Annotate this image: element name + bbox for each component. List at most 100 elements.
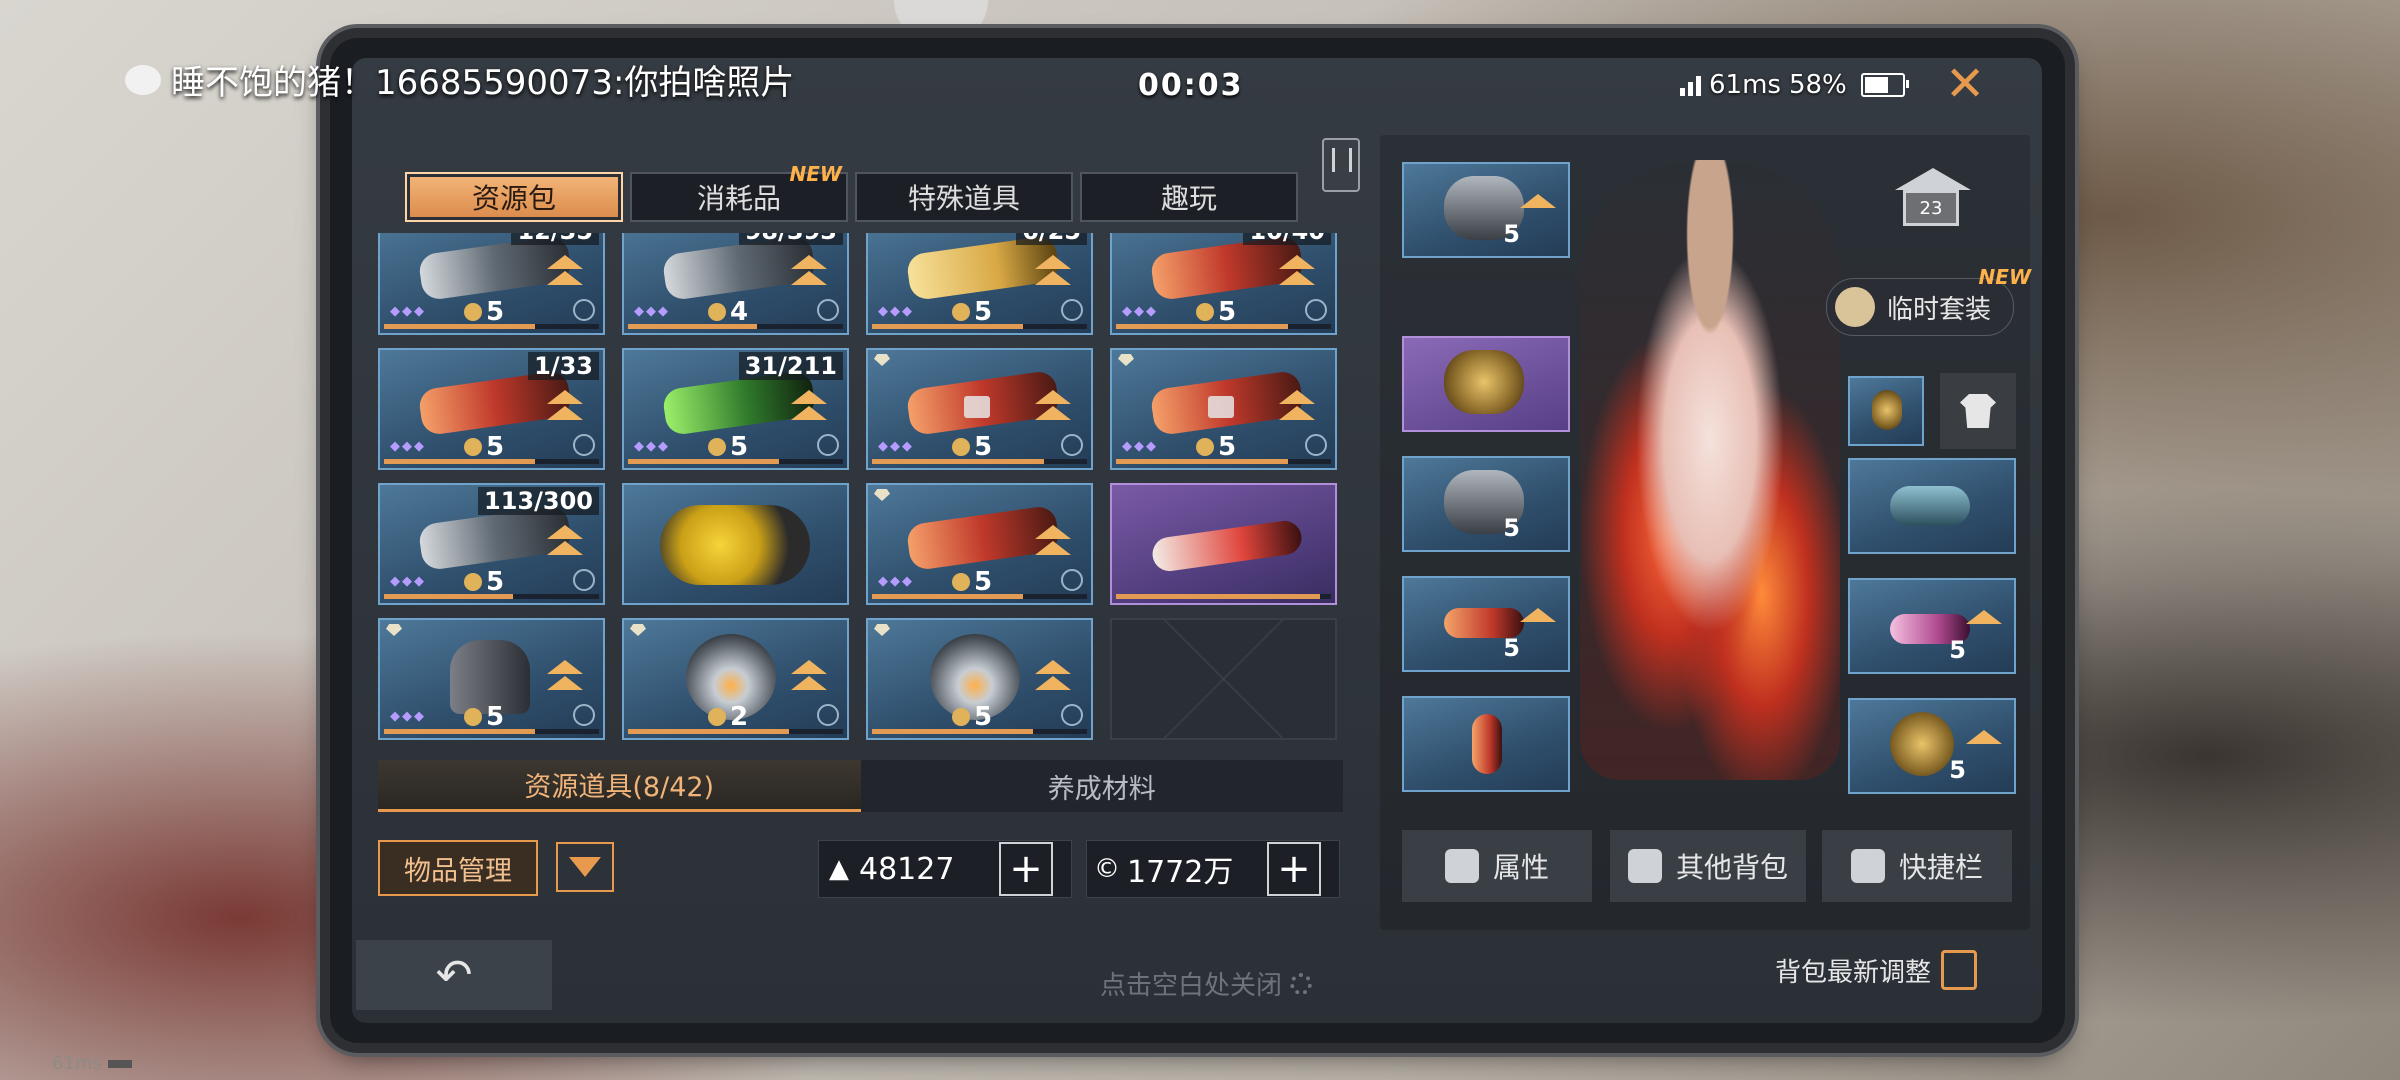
item-cell[interactable]: 6/25 ◆◆◆ 5 (866, 233, 1093, 335)
item-cell[interactable]: ◆◆◆ 5 (378, 618, 605, 740)
shirt-icon[interactable] (1940, 373, 2016, 449)
signal-icon (1680, 74, 1701, 96)
item-art (660, 505, 810, 585)
character-model[interactable] (1580, 160, 1840, 780)
item-stars: ◆◆◆ (390, 439, 426, 454)
tab-3[interactable]: 趣玩 (1080, 172, 1298, 222)
item-count: 31/211 (738, 352, 843, 380)
item-count: 98/393 (738, 233, 843, 245)
slot-helmet[interactable]: 5 (1402, 162, 1570, 258)
item-art (1150, 518, 1304, 574)
item-stars: ◆◆◆ (1122, 439, 1158, 454)
tab-label: 趣玩 (1160, 182, 1217, 215)
chat-message: 睡不饱的猪！1668559007​3:你拍啥照片 (171, 63, 795, 103)
battery-icon (1860, 73, 1909, 97)
close-hint: 点击空白处关闭 (1100, 965, 1313, 1002)
other-backpack-button[interactable]: 其他背包 (1610, 830, 1806, 902)
slot-bracelet[interactable] (1848, 458, 2016, 554)
slot-helmet-secondary[interactable]: 5 (1848, 698, 2016, 794)
item-cell[interactable]: 5 (866, 618, 1093, 740)
other-backpack-label: 其他背包 (1675, 851, 1788, 884)
item-cell[interactable]: ◆◆◆ 5 (866, 483, 1093, 605)
quickbar-button[interactable]: 快捷栏 (1822, 830, 2012, 902)
upgrade-icon (543, 255, 583, 291)
item-progress-fill (1116, 459, 1288, 464)
level-icon (464, 708, 482, 726)
clipboard-icon (1941, 950, 1978, 990)
subtab-0[interactable]: 资源道具(8/42) (378, 760, 861, 812)
item-progress-fill (384, 594, 513, 599)
slot-level: 5 (1503, 220, 1520, 248)
add-gold-button[interactable]: + (999, 842, 1053, 896)
item-progress-bar (872, 459, 1087, 464)
item-cell[interactable]: 31/211 ◆◆◆ 5 (622, 348, 849, 470)
slot-backpack[interactable] (1402, 336, 1570, 432)
item-level-value: 4 (730, 297, 749, 327)
item-manage-button[interactable]: 物品管理 (378, 840, 538, 896)
level-icon (464, 438, 482, 456)
item-cell[interactable]: 1/33 ◆◆◆ 5 (378, 348, 605, 470)
close-button[interactable]: ✕ (1945, 60, 1985, 108)
item-count: 6/25 (1016, 233, 1087, 245)
item-cell[interactable]: 12/35 ◆◆◆ 5 (378, 233, 605, 335)
tab-label: 消耗品 (696, 182, 781, 215)
item-cell[interactable]: 10/40 ◆◆◆ 5 (1110, 233, 1337, 335)
item-progress-bar (384, 594, 599, 599)
tab-0[interactable]: 资源包 (405, 172, 623, 222)
empty-slot[interactable] (1110, 618, 1337, 740)
upgrade-icon (787, 390, 827, 426)
item-level-value: 2 (730, 702, 749, 732)
item-progress-fill (628, 729, 790, 734)
slot-armor[interactable]: 5 (1402, 456, 1570, 552)
item-stars: ◆◆◆ (390, 574, 426, 589)
upgrade-icon (1520, 194, 1556, 208)
gem-icon (630, 624, 646, 636)
latest-adjust-button[interactable]: 背包最新调整 (1775, 950, 1978, 990)
item-stars: ◆◆◆ (390, 709, 426, 724)
item-count: 1/33 (528, 352, 599, 380)
type-badge-icon (1061, 704, 1083, 726)
type-badge-icon (817, 434, 839, 456)
tab-2[interactable]: 特殊道具 (855, 172, 1073, 222)
add-coin-button[interactable]: + (1267, 842, 1321, 896)
item-cell[interactable]: ◆◆◆ 5 (1110, 348, 1337, 470)
lock-icon (1208, 396, 1234, 418)
gear-icon (1290, 972, 1313, 995)
slot-melee[interactable] (1402, 696, 1570, 792)
item-cell[interactable]: 2 (622, 618, 849, 740)
item-cell[interactable] (1110, 483, 1337, 605)
item-cell[interactable] (622, 483, 849, 605)
level-icon (952, 438, 970, 456)
item-cell[interactable]: ◆◆◆ 5 (866, 348, 1093, 470)
type-badge-icon (1305, 299, 1327, 321)
back-button[interactable]: ↶ (356, 940, 552, 1010)
tab-1[interactable]: 消耗品 NEW (630, 162, 848, 222)
subtab-1[interactable]: 养成材料 (860, 760, 1343, 812)
item-grid[interactable]: 12/35◆◆◆598/393◆◆◆46/25◆◆◆510/40◆◆◆51/33… (378, 233, 1343, 748)
item-level-value: 5 (486, 297, 505, 327)
attributes-button[interactable]: 属性 (1402, 830, 1592, 902)
item-stars: ◆◆◆ (1122, 304, 1158, 319)
item-progress-fill (872, 594, 1023, 599)
wardrobe-icon[interactable]: 23 (1895, 168, 1971, 230)
item-cell[interactable]: 113/300 ◆◆◆ 5 (378, 483, 605, 605)
level-icon (708, 303, 726, 321)
quickbar-icon (1850, 849, 1885, 883)
slot-secondary-weapon[interactable]: 5 (1848, 578, 2016, 674)
latest-adjust-label: 背包最新调整 (1775, 957, 1932, 988)
backpack-icon (1627, 849, 1662, 883)
item-progress-fill (872, 729, 1034, 734)
item-level: 5 (952, 432, 992, 462)
slot-ring[interactable] (1848, 376, 1924, 446)
pin-icon[interactable] (1322, 138, 1360, 192)
temp-outfit-button[interactable]: 临时套装 NEW (1826, 265, 2031, 336)
item-stars: ◆◆◆ (878, 304, 914, 319)
slot-backpack-art (1444, 350, 1524, 414)
filter-icon[interactable] (556, 842, 614, 892)
item-level-value: 5 (974, 567, 993, 597)
item-progress-fill (384, 324, 535, 329)
item-cell[interactable]: 98/393 ◆◆◆ 4 (622, 233, 849, 335)
slot-primary-weapon[interactable]: 5 (1402, 576, 1570, 672)
upgrade-icon (1031, 660, 1071, 696)
type-badge-icon (573, 569, 595, 591)
